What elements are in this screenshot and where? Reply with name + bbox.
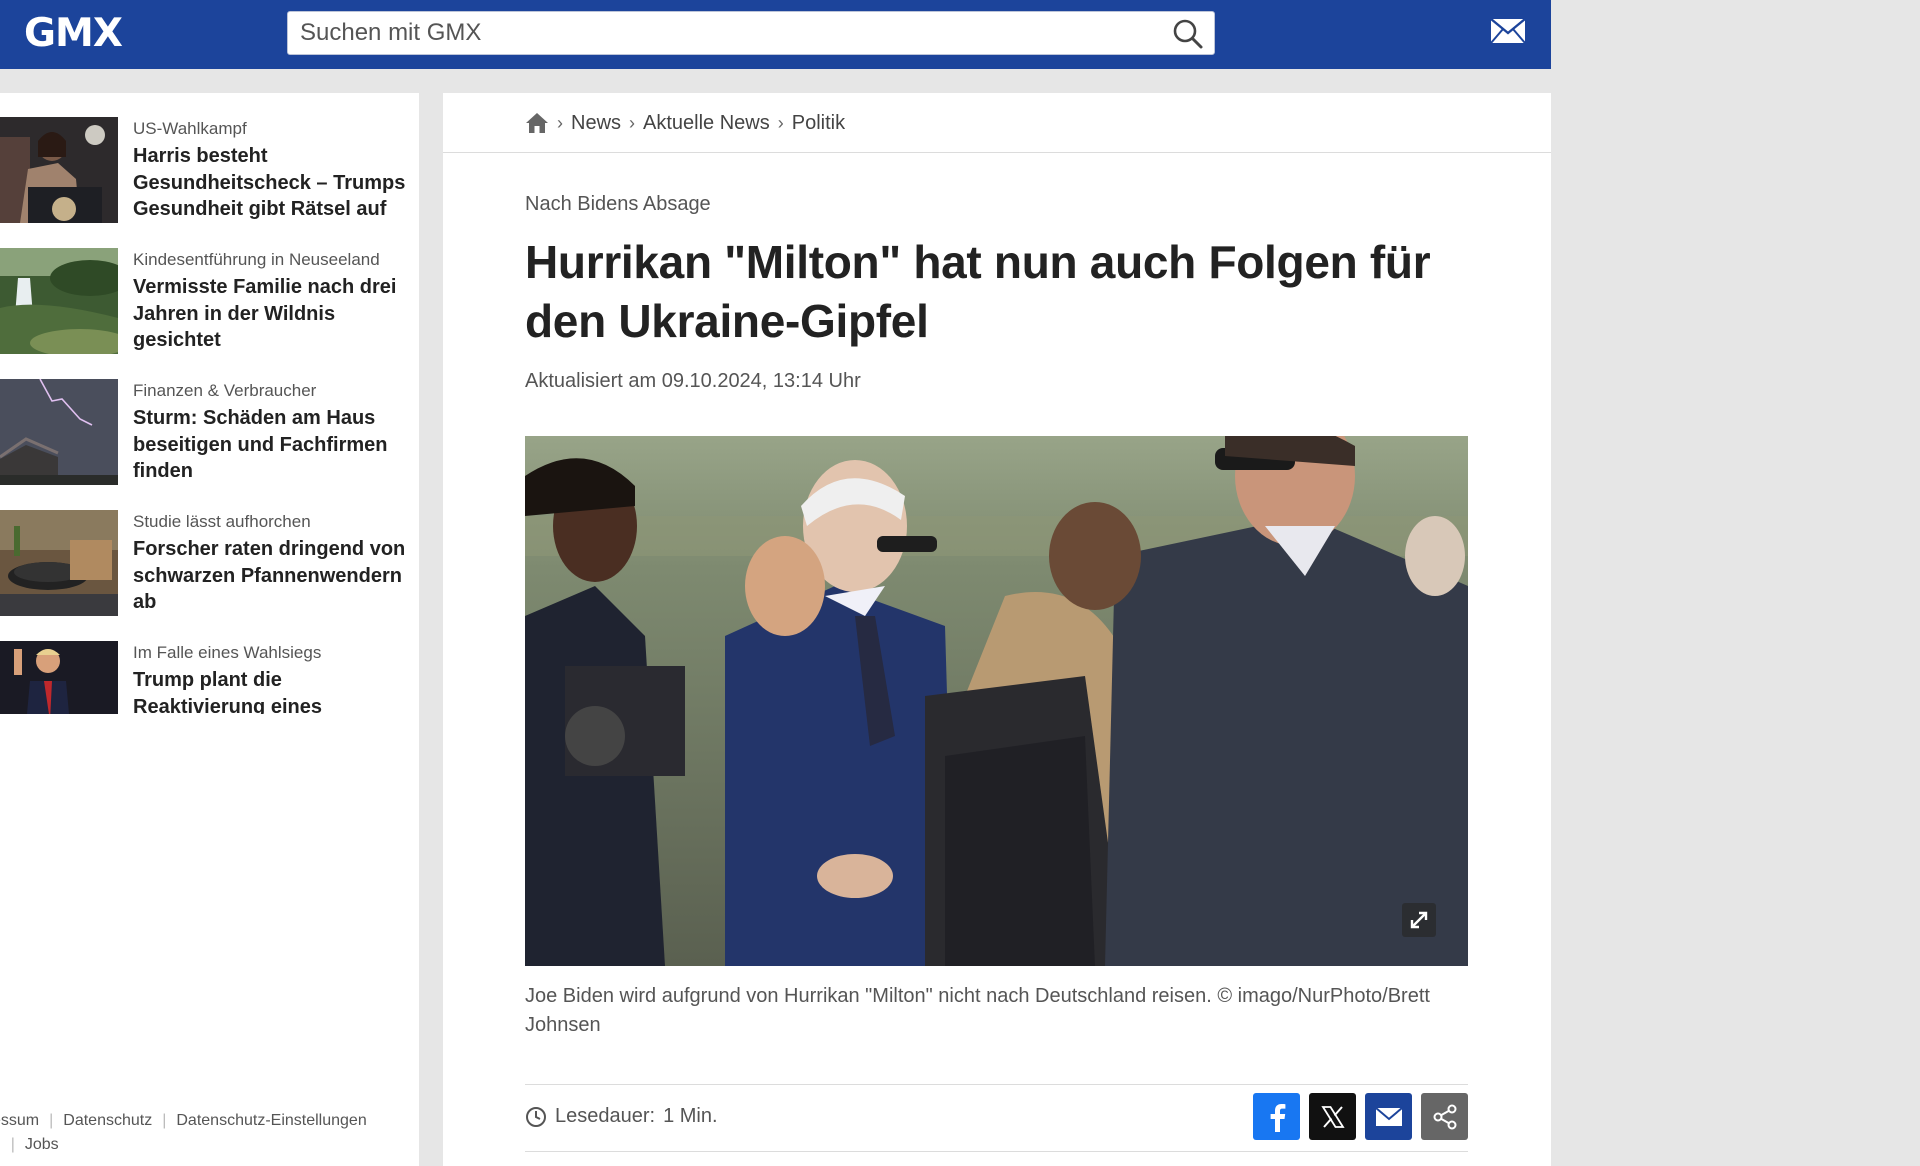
teaser-title[interactable]: Sturm: Schäden am Haus beseitigen und Fa…: [133, 405, 413, 485]
search-button[interactable]: [1172, 18, 1204, 50]
teaser-image[interactable]: [0, 248, 118, 354]
share-bar: Lesedauer: 1 Min.: [525, 1084, 1468, 1152]
breadcrumb-news[interactable]: News: [571, 112, 621, 135]
footer-link-sitemap[interactable]: nap: [0, 1136, 1, 1153]
teaser-kicker: Im Falle eines Wahlsiegs: [133, 643, 322, 662]
photo-caption: Joe Biden wird aufgrund von Hurrikan "Mi…: [525, 985, 1430, 1036]
expand-button[interactable]: [1402, 903, 1436, 937]
teaser-kicker: Finanzen & Verbraucher: [133, 381, 317, 400]
teaser-item[interactable]: Kindesentführung in Neuseeland Vermisste…: [0, 248, 419, 379]
share-buttons: [1253, 1093, 1468, 1140]
teaser-title[interactable]: Trump plant die Reaktivierung eines: [133, 667, 413, 714]
mail-icon: [1490, 18, 1526, 44]
share-icon: [1433, 1104, 1456, 1129]
teaser-kicker: Kindesentführung in Neuseeland: [133, 250, 380, 269]
teaser-kicker: US-Wahlkampf: [133, 119, 247, 138]
search-icon: [1173, 19, 1203, 49]
search-box: [287, 11, 1215, 55]
teaser-title[interactable]: Harris besteht Gesundheitscheck – Trumps…: [133, 143, 413, 223]
top-header: GMX: [0, 0, 1551, 69]
footer-link-datenschutz-einstellungen[interactable]: Datenschutz-Einstellungen: [176, 1112, 366, 1129]
footer-link-jobs[interactable]: Jobs: [25, 1136, 59, 1153]
chevron-right-icon: ›: [629, 112, 636, 133]
teaser-image[interactable]: [0, 510, 118, 616]
teaser-item[interactable]: Finanzen & Verbraucher Sturm: Schäden am…: [0, 379, 419, 510]
article-photo[interactable]: [525, 436, 1468, 966]
home-icon[interactable]: [525, 111, 549, 135]
teaser-image[interactable]: [0, 117, 118, 223]
teaser-item[interactable]: Studie lässt aufhorchen Forscher raten d…: [0, 510, 419, 641]
teaser-title[interactable]: Forscher raten dringend von schwarzen Pf…: [133, 536, 413, 616]
x-icon: [1320, 1105, 1345, 1128]
footer-link-impressum[interactable]: essum: [0, 1112, 39, 1129]
breadcrumb-politik[interactable]: Politik: [792, 112, 845, 135]
teaser-image[interactable]: [0, 641, 118, 714]
mail-button[interactable]: [1490, 18, 1526, 44]
footer-row: essum|Datenschutz|Datenschutz-Einstellun…: [0, 1109, 367, 1133]
footer-link-datenschutz[interactable]: Datenschutz: [63, 1112, 152, 1129]
teaser-item[interactable]: US-Wahlkampf Harris besteht Gesundheitsc…: [0, 117, 419, 248]
chevron-right-icon: ›: [777, 112, 784, 133]
reading-time-label: Lesedauer:: [555, 1105, 656, 1127]
expand-icon: [1410, 911, 1428, 929]
article-headline: Hurrikan "Milton" hat nun auch Folgen fü…: [525, 236, 1431, 347]
chevron-right-icon: ›: [557, 112, 563, 133]
teaser-image[interactable]: [0, 379, 118, 485]
breadcrumb: › News › Aktuelle News › Politik: [443, 93, 1551, 153]
article-container: › News › Aktuelle News › Politik Nach Bi…: [443, 93, 1551, 1166]
teaser-list: US-Wahlkampf Harris besteht Gesundheitsc…: [0, 117, 419, 714]
breadcrumb-aktuelle-news[interactable]: Aktuelle News: [643, 112, 770, 135]
teaser-item[interactable]: Im Falle eines Wahlsiegs Trump plant die…: [0, 641, 419, 714]
footer-row: nap|Jobs: [0, 1133, 59, 1157]
article-kicker: Nach Bidens Absage: [525, 193, 711, 215]
share-x-button[interactable]: [1309, 1093, 1356, 1140]
teaser-title[interactable]: Vermisste Familie nach drei Jahren in de…: [133, 274, 413, 354]
facebook-icon: [1270, 1103, 1285, 1132]
teaser-kicker: Studie lässt aufhorchen: [133, 512, 311, 531]
reading-time-value: 1 Min.: [663, 1105, 718, 1127]
clock-icon: [526, 1106, 546, 1127]
sidebar: US-Wahlkampf Harris besteht Gesundheitsc…: [0, 93, 419, 1166]
share-more-button[interactable]: [1421, 1093, 1468, 1140]
mail-icon: [1374, 1106, 1403, 1126]
search-input[interactable]: [300, 12, 1150, 54]
gmx-logo[interactable]: GMX: [24, 12, 128, 56]
article-updated: Aktualisiert am 09.10.2024, 13:14 Uhr: [525, 370, 861, 392]
reading-time: Lesedauer: 1 Min.: [525, 1105, 718, 1128]
share-mail-button[interactable]: [1365, 1093, 1412, 1140]
share-facebook-button[interactable]: [1253, 1093, 1300, 1140]
